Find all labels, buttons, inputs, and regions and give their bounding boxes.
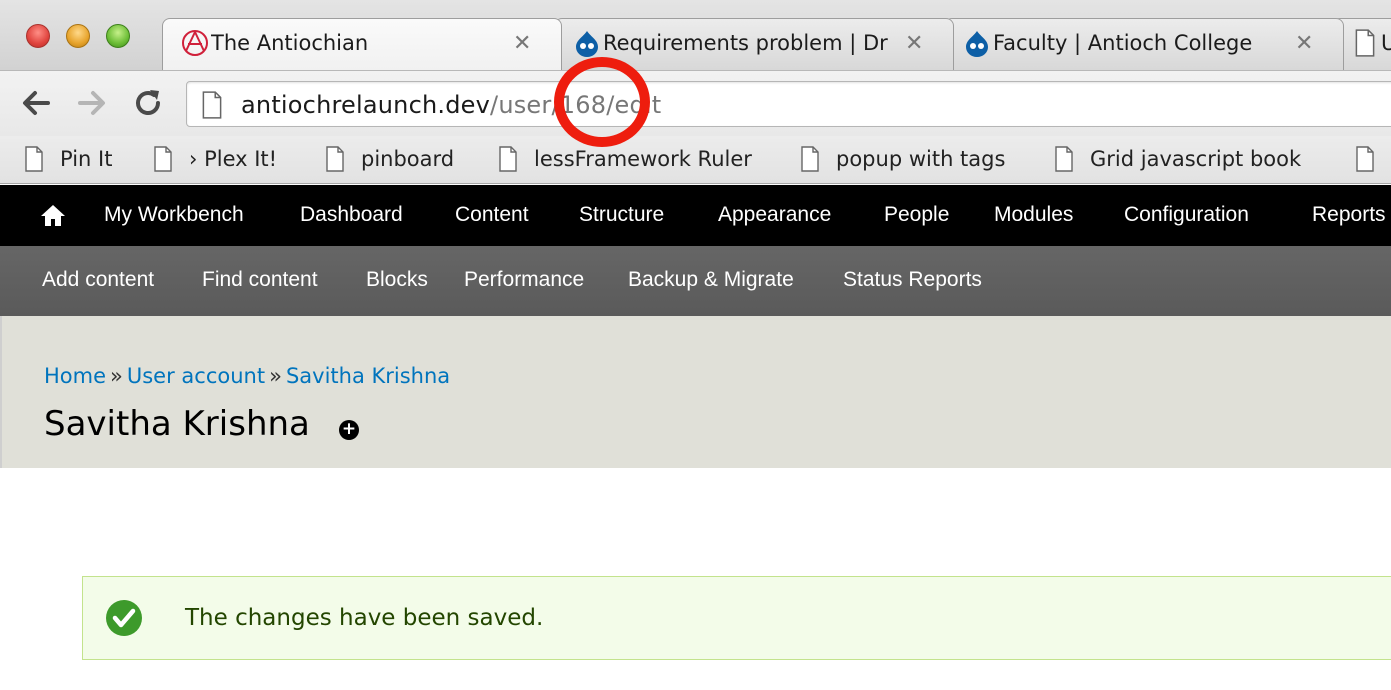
shortcut-find-content[interactable]: Find content	[202, 268, 318, 292]
admin-menu-structure[interactable]: Structure	[579, 203, 664, 227]
admin-menu-content[interactable]: Content	[455, 203, 529, 227]
shortcut-performance[interactable]: Performance	[464, 268, 584, 292]
bookmark-label: Pin It	[60, 147, 113, 171]
tab-3[interactable]: Faculty | Antioch College ✕	[944, 18, 1344, 70]
url-host: antiochrelaunch.dev	[241, 91, 491, 119]
breadcrumb: Home» User account» Savitha Krishna	[44, 364, 450, 388]
browser-toolbar: antiochrelaunch.dev/user/168/edit	[0, 70, 1391, 136]
bookmark-overflow[interactable]	[1355, 146, 1391, 174]
tab-title: Faculty | Antioch College	[993, 31, 1253, 55]
reload-icon[interactable]	[130, 85, 166, 121]
breadcrumb-home[interactable]: Home	[44, 364, 106, 388]
shortcut-status-reports[interactable]: Status Reports	[843, 268, 982, 292]
bookmark-label: pinboard	[361, 147, 455, 171]
admin-menu-people[interactable]: People	[884, 203, 949, 227]
bookmark-plex-it[interactable]: › Plex It!	[153, 146, 303, 174]
page-icon	[499, 146, 517, 172]
zoom-window-button[interactable]	[106, 24, 130, 48]
page-icon	[801, 146, 819, 172]
tab-strip: U Faculty | Antioch College ✕ Requiremen…	[0, 0, 1391, 70]
bookmark-label: › Plex It!	[189, 147, 278, 171]
minimize-window-button[interactable]	[66, 24, 90, 48]
tab-title: The Antiochian	[211, 31, 369, 55]
page-icon	[202, 91, 222, 119]
back-arrow-icon[interactable]	[18, 85, 54, 121]
checkmark-icon	[106, 600, 142, 636]
breadcrumb-user-name[interactable]: Savitha Krishna	[286, 364, 450, 388]
bookmark-pin-it[interactable]: Pin It	[24, 146, 134, 174]
breadcrumb-separator: »	[110, 364, 123, 388]
admin-menu-configuration[interactable]: Configuration	[1124, 203, 1249, 227]
bookmark-label: popup with tags	[836, 147, 1006, 171]
page-header: Home» User account» Savitha Krishna Savith…	[0, 316, 1391, 468]
shortcut-toolbar: Add content Find content Blocks Performa…	[0, 246, 1391, 316]
tab-title: Requirements problem | Dr	[603, 31, 888, 55]
bookmarks-bar: Pin It › Plex It! pinboard lessFramework…	[0, 136, 1391, 184]
page-icon	[154, 146, 172, 172]
page-title: Savitha Krishna	[44, 404, 310, 444]
annotation-circle	[554, 57, 650, 147]
close-tab-icon[interactable]: ✕	[513, 31, 531, 56]
drupal-drop-icon	[576, 31, 598, 57]
admin-menu-appearance[interactable]: Appearance	[718, 203, 831, 227]
page-icon	[1356, 146, 1374, 172]
forward-arrow-icon[interactable]	[74, 85, 110, 121]
bookmark-lessframework-ruler[interactable]: lessFramework Ruler	[498, 146, 768, 174]
bookmark-grid-javascript[interactable]: Grid javascript book	[1054, 146, 1324, 174]
close-window-button[interactable]	[26, 24, 50, 48]
close-tab-icon[interactable]: ✕	[905, 31, 923, 56]
antioch-logo-icon	[182, 30, 208, 56]
tab-1[interactable]: The Antiochian ✕	[162, 18, 562, 70]
page-icon	[326, 146, 344, 172]
breadcrumb-user-account[interactable]: User account	[127, 364, 265, 388]
bookmark-pinboard[interactable]: pinboard	[325, 146, 475, 174]
admin-menu-modules[interactable]: Modules	[994, 203, 1073, 227]
shortcut-backup-migrate[interactable]: Backup & Migrate	[628, 268, 794, 292]
tab-title: U	[1381, 31, 1391, 55]
admin-menu-dashboard[interactable]: Dashboard	[300, 203, 403, 227]
bookmark-label: lessFramework Ruler	[534, 147, 752, 171]
url-path-prefix: /user/	[490, 91, 560, 119]
drupal-drop-icon	[966, 31, 988, 57]
address-bar[interactable]: antiochrelaunch.dev/user/168/edit	[186, 81, 1391, 127]
breadcrumb-separator: »	[269, 364, 282, 388]
admin-menu-reports[interactable]: Reports	[1312, 203, 1386, 227]
page-icon	[25, 146, 43, 172]
status-message: The changes have been saved.	[82, 576, 1391, 660]
home-icon[interactable]	[40, 203, 66, 227]
shortcut-add-content[interactable]: Add content	[42, 268, 154, 292]
admin-toolbar: My Workbench Dashboard Content Structure…	[0, 185, 1391, 246]
page-icon	[1355, 29, 1375, 57]
page-icon	[1055, 146, 1073, 172]
shortcut-blocks[interactable]: Blocks	[366, 268, 428, 292]
status-message-text: The changes have been saved.	[185, 605, 544, 631]
bookmark-popup-with-tags[interactable]: popup with tags	[800, 146, 1030, 174]
add-shortcut-icon[interactable]: +	[339, 420, 359, 440]
close-tab-icon[interactable]: ✕	[1295, 31, 1313, 56]
admin-menu-my-workbench[interactable]: My Workbench	[104, 203, 244, 227]
bookmark-label: Grid javascript book	[1090, 147, 1302, 171]
